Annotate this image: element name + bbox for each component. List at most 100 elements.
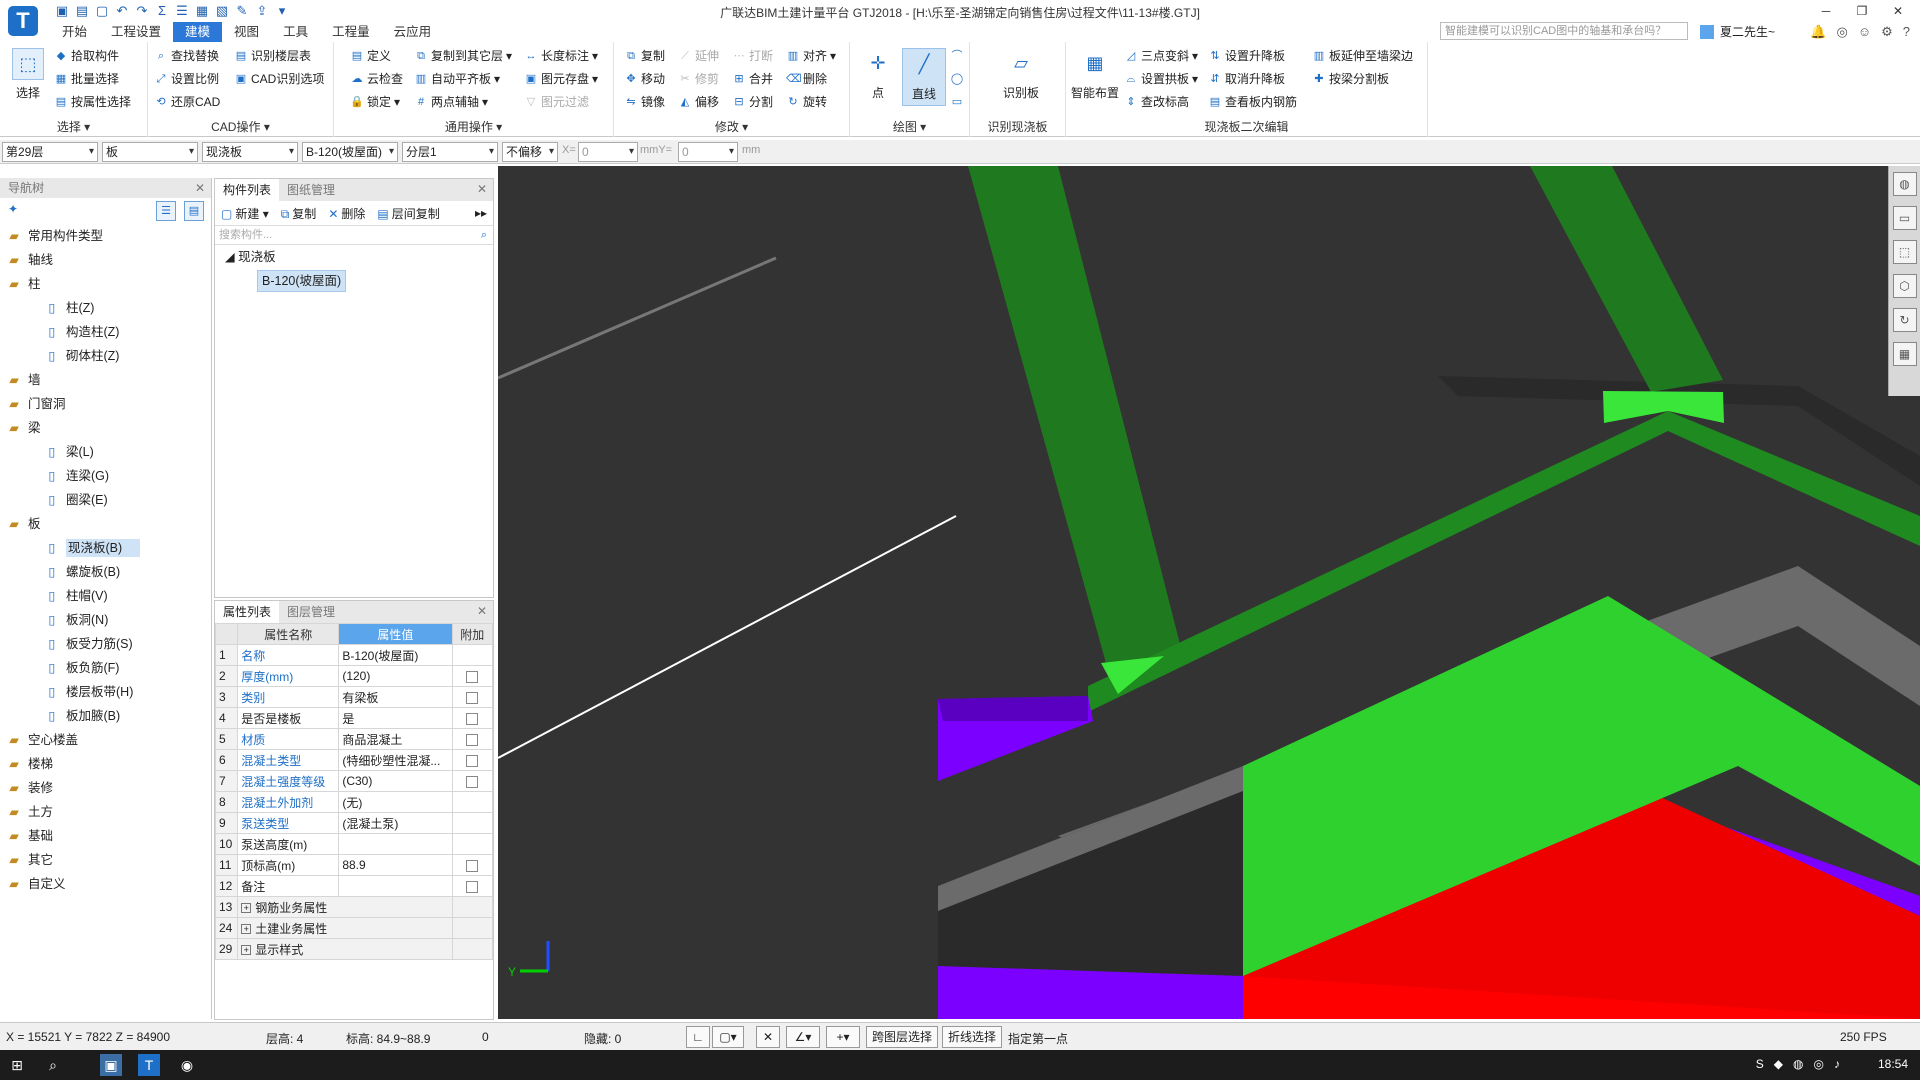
- export-icon[interactable]: ⇪: [254, 3, 270, 19]
- tab-property-list[interactable]: 属性列表: [215, 601, 280, 623]
- nav-item[interactable]: ▰ 其它: [0, 848, 211, 872]
- polyline-select-button[interactable]: 折线选择: [942, 1026, 1002, 1048]
- nav-item[interactable]: ▯ 梁(L): [0, 440, 211, 464]
- circle-button[interactable]: ◯: [950, 69, 964, 89]
- nav-item[interactable]: ▰ 土方: [0, 800, 211, 824]
- property-value[interactable]: 88.9: [338, 854, 453, 876]
- split-slab-by-beam-button[interactable]: ✚ 按梁分割板: [1312, 69, 1389, 89]
- component-select[interactable]: B-120(坡屋面): [302, 142, 398, 162]
- cube-icon[interactable]: ⬡: [1892, 274, 1917, 298]
- property-row[interactable]: 7 混凝土强度等级 (C30): [214, 770, 494, 792]
- minimize-icon[interactable]: ─: [1808, 2, 1844, 20]
- nav-item[interactable]: ▯ 连梁(G): [0, 464, 211, 488]
- point-button[interactable]: ✛ 点: [856, 48, 900, 101]
- property-value[interactable]: (混凝土泵): [338, 812, 453, 834]
- merge-button[interactable]: ⊞ 合并: [732, 69, 773, 89]
- split-button[interactable]: ⊟ 分割: [732, 92, 773, 112]
- help-search-input[interactable]: 智能建模可以识别CAD图中的轴基和承台吗？: [1440, 22, 1688, 40]
- length-dimension-button[interactable]: ↔ 长度标注 ▾: [524, 46, 599, 66]
- input-method-icon[interactable]: S: [1756, 1057, 1764, 1071]
- subtype-select[interactable]: 现浇板: [202, 142, 298, 162]
- nav-item[interactable]: ▰ 自定义: [0, 872, 211, 896]
- view-slab-rebar-button[interactable]: ▤ 查看板内钢筋: [1208, 92, 1297, 112]
- floor-select[interactable]: 第29层: [2, 142, 98, 162]
- user-name[interactable]: 夏二先生~: [1720, 22, 1775, 42]
- nav-item[interactable]: ▰ 轴线: [0, 248, 211, 272]
- attach-checkbox[interactable]: [466, 733, 479, 746]
- cross-snap-icon[interactable]: ✕: [756, 1026, 780, 1048]
- cloud-check-button[interactable]: ☁ 云检查: [350, 69, 404, 89]
- component-item[interactable]: B-120(坡屋面): [215, 269, 493, 293]
- tab-layer-management[interactable]: 图层管理: [279, 601, 343, 623]
- define-button[interactable]: ▤ 定义: [350, 46, 391, 66]
- search-icon[interactable]: ⌕: [42, 1054, 64, 1076]
- tab-component-list[interactable]: 构件列表: [215, 179, 280, 201]
- nav-item[interactable]: ▰ 梁: [0, 416, 211, 440]
- nav-item[interactable]: ▯ 板洞(N): [0, 608, 211, 632]
- mirror-button[interactable]: ⇋ 镜像: [624, 92, 665, 112]
- delete-component-button[interactable]: ✕ 删除: [328, 205, 365, 222]
- lock-button[interactable]: 🔒 锁定 ▾: [350, 92, 400, 112]
- app-logo-icon[interactable]: T: [8, 6, 38, 36]
- cancel-raise-slab-button[interactable]: ⇵ 取消升降板: [1208, 69, 1285, 89]
- check-elevation-button[interactable]: ⇕ 查改标高: [1124, 92, 1189, 112]
- property-value[interactable]: (无): [338, 791, 453, 813]
- category-select[interactable]: 板: [102, 142, 198, 162]
- offset-select[interactable]: 不偏移: [502, 142, 558, 162]
- help-icon[interactable]: ?: [1903, 22, 1910, 42]
- attach-checkbox[interactable]: [466, 880, 479, 893]
- tab-drawing-management[interactable]: 图纸管理: [279, 179, 343, 201]
- element-filter-button[interactable]: ▽ 图元过滤: [524, 92, 589, 112]
- property-value[interactable]: (特细砂塑性混凝...: [338, 749, 453, 771]
- find-replace-button[interactable]: ⌕ 查找替换: [154, 46, 219, 66]
- angle-icon[interactable]: ∠▾: [786, 1026, 820, 1048]
- snap-icon[interactable]: ▢▾: [712, 1026, 744, 1048]
- close-icon[interactable]: ✕: [477, 604, 487, 618]
- property-value[interactable]: 商品混凝土: [338, 728, 453, 750]
- nav-item[interactable]: ▯ 圈梁(E): [0, 488, 211, 512]
- nav-item[interactable]: ▯ 现浇板(B): [0, 536, 211, 560]
- dynamic-input-icon[interactable]: +▾: [826, 1026, 860, 1048]
- new-component-button[interactable]: ▢ 新建 ▾: [221, 205, 269, 222]
- sum-icon[interactable]: Σ: [154, 3, 170, 19]
- component-group[interactable]: ◢ 现浇板: [215, 245, 493, 269]
- auto-level-slab-button[interactable]: ▥ 自动平齐板 ▾: [414, 69, 500, 89]
- nav-item[interactable]: ▯ 板加腋(B): [0, 704, 211, 728]
- copy-component-button[interactable]: ⧉ 复制: [281, 205, 317, 222]
- nav-item[interactable]: ▯ 板受力筋(S): [0, 632, 211, 656]
- set-arch-slab-button[interactable]: ⌓ 设置拱板 ▾: [1124, 69, 1198, 89]
- offset-button[interactable]: ◭ 偏移: [678, 92, 719, 112]
- nav-item[interactable]: ▰ 基础: [0, 824, 211, 848]
- property-row[interactable]: 6 混凝土类型 (特细砂塑性混凝...: [214, 749, 494, 771]
- nav-item[interactable]: ▰ 空心楼盖: [0, 728, 211, 752]
- y-offset-input[interactable]: 0: [678, 142, 738, 162]
- nav-item[interactable]: ▰ 常用构件类型: [0, 224, 211, 248]
- set-raise-slab-button[interactable]: ⇅ 设置升降板: [1208, 46, 1285, 66]
- tray-chat-icon[interactable]: ◎: [1814, 1057, 1824, 1071]
- browser-task-icon[interactable]: ◉: [176, 1054, 198, 1076]
- 3d-model-view[interactable]: Y: [498, 166, 1920, 1019]
- nav-item[interactable]: ▰ 板: [0, 512, 211, 536]
- ortho-icon[interactable]: ∟: [686, 1026, 710, 1048]
- property-value[interactable]: [338, 833, 453, 855]
- cad-options-button[interactable]: ▣ CAD识别选项: [234, 69, 325, 89]
- user-area[interactable]: 夏二先生~: [1700, 22, 1775, 42]
- tray-volume-icon[interactable]: ♪: [1834, 1057, 1840, 1071]
- property-row[interactable]: 3 类别 有梁板: [214, 686, 494, 708]
- property-row[interactable]: 11 顶标高(m) 88.9: [214, 854, 494, 876]
- close-icon[interactable]: ✕: [195, 178, 205, 198]
- extend-button[interactable]: ⟋ 延伸: [678, 46, 719, 66]
- property-row[interactable]: 5 材质 商品混凝土: [214, 728, 494, 750]
- settings-icon[interactable]: ⚙: [1881, 22, 1893, 42]
- copy-to-floor-button[interactable]: ⧉ 复制到其它层 ▾: [414, 46, 512, 66]
- report-icon[interactable]: ▧: [214, 3, 230, 19]
- expand-icon[interactable]: +: [241, 945, 252, 956]
- component-search-input[interactable]: 搜索构件... ⌕: [215, 225, 493, 245]
- gtj-task-icon[interactable]: T: [138, 1054, 160, 1076]
- tree-view-icon[interactable]: ▤: [184, 201, 204, 221]
- property-row[interactable]: 9 泵送类型 (混凝土泵): [214, 812, 494, 834]
- orbit-icon[interactable]: ◍: [1892, 172, 1917, 196]
- element-save-button[interactable]: ▣ 图元存盘 ▾: [524, 69, 598, 89]
- property-value[interactable]: (C30): [338, 770, 453, 792]
- identify-floor-table-button[interactable]: ▤ 识别楼层表: [234, 46, 311, 66]
